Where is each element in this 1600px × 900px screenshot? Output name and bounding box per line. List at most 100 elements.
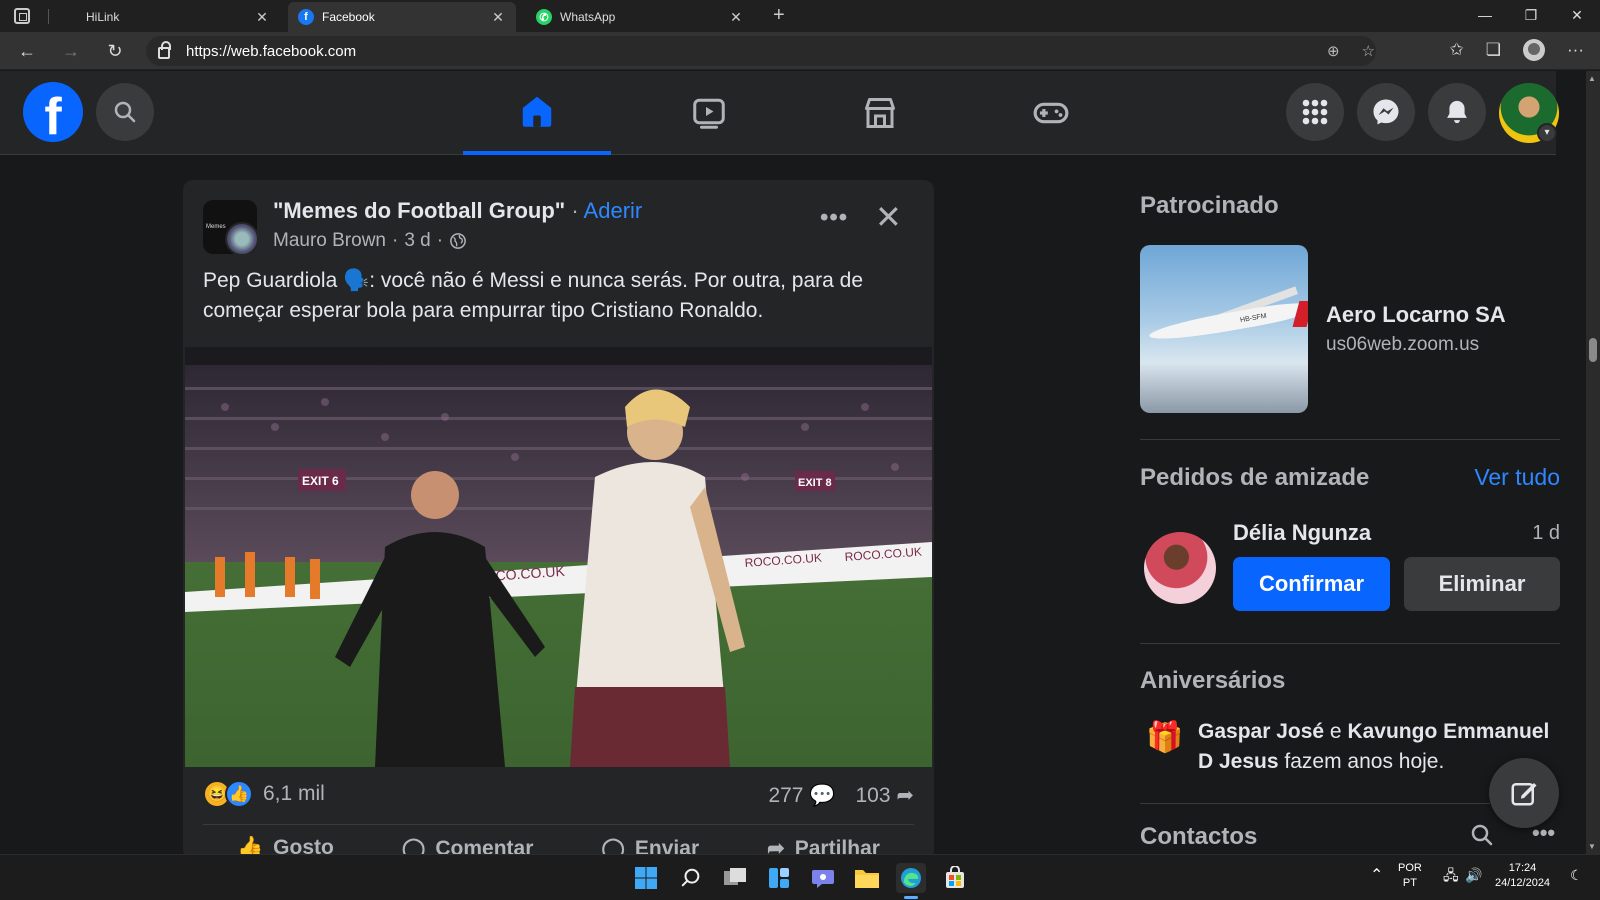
- meta-separator: ·: [436, 230, 444, 251]
- favorites-icon[interactable]: ✩: [1450, 40, 1464, 60]
- gift-icon: 🎁: [1146, 721, 1184, 754]
- gaming-icon: [1033, 102, 1069, 124]
- join-group-link[interactable]: Aderir: [584, 198, 643, 223]
- birthdays-title: Aniversários: [1140, 667, 1286, 694]
- clock[interactable]: 17:24 24/12/2024: [1495, 861, 1550, 891]
- reaction-count: 6,1 mil: [263, 782, 325, 805]
- sponsor-name[interactable]: Aero Locarno SA: [1326, 302, 1506, 328]
- network-icon[interactable]: 🖧: [1443, 868, 1459, 883]
- start-button[interactable]: [631, 863, 661, 893]
- see-all-link[interactable]: Ver tudo: [1474, 464, 1560, 491]
- reaction-summary[interactable]: 😆 👍 6,1 mil: [203, 780, 325, 808]
- page-scrollbar[interactable]: [1586, 71, 1600, 854]
- tab-gaming[interactable]: [977, 71, 1125, 155]
- lock-icon[interactable]: [158, 41, 171, 59]
- new-message-button[interactable]: [1489, 758, 1559, 828]
- hide-post-icon[interactable]: ✕: [875, 198, 902, 236]
- search-icon: [681, 868, 700, 887]
- address-bar[interactable]: https://web.facebook.com: [146, 36, 1376, 66]
- search-taskbar-button[interactable]: [676, 863, 706, 893]
- confirm-button[interactable]: Confirmar: [1233, 557, 1390, 611]
- collections-icon[interactable]: ❏: [1486, 40, 1501, 60]
- close-tab-icon[interactable]: ✕: [728, 9, 744, 26]
- hilink-favicon-icon: [62, 9, 78, 25]
- show-hidden-icons-chevron-icon[interactable]: ⌃: [1370, 868, 1383, 884]
- zoom-icon[interactable]: ⊕: [1327, 42, 1340, 60]
- facebook-logo-icon[interactable]: f: [23, 82, 83, 142]
- comment-stat[interactable]: 277 💬: [768, 784, 835, 808]
- divider: [1140, 803, 1490, 804]
- group-name-link[interactable]: "Memes do Football Group": [273, 198, 565, 223]
- birthday-person: Gaspar José: [1198, 720, 1325, 743]
- friend-request-time: 1 d: [1532, 522, 1560, 544]
- messenger-button[interactable]: [1357, 83, 1415, 141]
- post-time[interactable]: 3 d: [404, 230, 430, 252]
- tab-home[interactable]: [463, 71, 611, 155]
- divider: [203, 824, 914, 825]
- close-tab-icon[interactable]: ✕: [490, 9, 506, 26]
- task-view-button[interactable]: [720, 863, 750, 893]
- notifications-moon-icon[interactable]: ☾: [1570, 868, 1583, 883]
- tab-hilink[interactable]: HiLink ✕: [52, 2, 280, 32]
- folder-icon: [855, 870, 879, 888]
- restore-button[interactable]: ❐: [1516, 4, 1546, 26]
- tab-actions-icon[interactable]: [14, 8, 30, 24]
- exit-sign: EXIT 8: [798, 477, 832, 489]
- tab-separator: [48, 9, 49, 24]
- tab-facebook[interactable]: f Facebook ✕: [288, 2, 516, 32]
- edge-icon: [901, 868, 921, 888]
- settings-more-icon[interactable]: ···: [1567, 40, 1584, 60]
- browser-tab-bar: HiLink ✕ f Facebook ✕ ✆ WhatsApp ✕ + — ❐…: [0, 0, 1600, 32]
- tab-video[interactable]: [635, 71, 783, 155]
- delete-button[interactable]: Eliminar: [1404, 557, 1560, 611]
- author-avatar[interactable]: [225, 222, 257, 254]
- tab-marketplace[interactable]: [806, 71, 954, 155]
- tab-title: Facebook: [322, 10, 375, 24]
- edge-browser-button[interactable]: [896, 863, 926, 893]
- new-tab-button[interactable]: +: [773, 4, 785, 26]
- post-stats: 277 💬 103 ➦: [768, 783, 914, 808]
- sponsor-image[interactable]: HB-SFM: [1140, 245, 1308, 413]
- store-button[interactable]: [940, 863, 970, 893]
- reload-button[interactable]: ↻: [104, 40, 126, 62]
- post-options-icon[interactable]: •••: [820, 204, 848, 232]
- scroll-down-icon[interactable]: ▼: [1588, 842, 1596, 851]
- lang-region: PT: [1402, 877, 1417, 889]
- widgets-button[interactable]: [764, 863, 794, 893]
- chevron-down-icon[interactable]: ▾: [1537, 123, 1557, 143]
- notifications-button[interactable]: [1428, 83, 1486, 141]
- task-view-icon: [724, 868, 746, 885]
- facebook-header: f ▾: [0, 71, 1559, 155]
- post-image[interactable]: EXIT 6 EXIT 8 ROCO.CO.UK ROCO.CO.UK ROCO…: [185, 347, 932, 767]
- birthday-conjunction: e: [1324, 720, 1348, 743]
- globe-icon: [450, 233, 466, 249]
- friend-request-avatar[interactable]: [1144, 532, 1216, 604]
- share-count: 103: [855, 784, 891, 807]
- scroll-up-icon[interactable]: ▲: [1588, 74, 1596, 83]
- browser-profile-icon[interactable]: [1523, 39, 1546, 61]
- facebook-favicon-icon: f: [298, 9, 314, 25]
- language-indicator[interactable]: POR PT: [1398, 861, 1422, 891]
- close-tab-icon[interactable]: ✕: [254, 9, 270, 26]
- search-button[interactable]: [96, 83, 154, 141]
- sponsor-url[interactable]: us06web.zoom.us: [1326, 334, 1479, 356]
- lang-code: POR: [1398, 862, 1422, 874]
- group-avatar[interactable]: Memes: [203, 200, 257, 254]
- minimize-button[interactable]: —: [1470, 4, 1500, 26]
- menu-button[interactable]: [1286, 83, 1344, 141]
- contacts-search-icon[interactable]: [1470, 823, 1494, 853]
- back-button[interactable]: ←: [16, 40, 38, 62]
- forward-button[interactable]: →: [60, 40, 82, 62]
- like-reaction-icon: 👍: [225, 780, 253, 808]
- volume-icon[interactable]: 🔊: [1465, 868, 1482, 883]
- share-stat[interactable]: 103 ➦: [856, 783, 915, 808]
- contacts-title: Contactos: [1140, 823, 1258, 850]
- teams-chat-button[interactable]: [808, 863, 838, 893]
- scrollbar-thumb[interactable]: [1589, 338, 1597, 362]
- close-window-button[interactable]: ✕: [1562, 4, 1592, 26]
- file-explorer-button[interactable]: [852, 863, 882, 893]
- tab-whatsapp[interactable]: ✆ WhatsApp ✕: [526, 2, 754, 32]
- author-name[interactable]: Mauro Brown: [273, 230, 386, 252]
- add-favorite-icon[interactable]: ☆: [1362, 42, 1375, 60]
- friend-request-name[interactable]: Délia Ngunza: [1233, 520, 1371, 546]
